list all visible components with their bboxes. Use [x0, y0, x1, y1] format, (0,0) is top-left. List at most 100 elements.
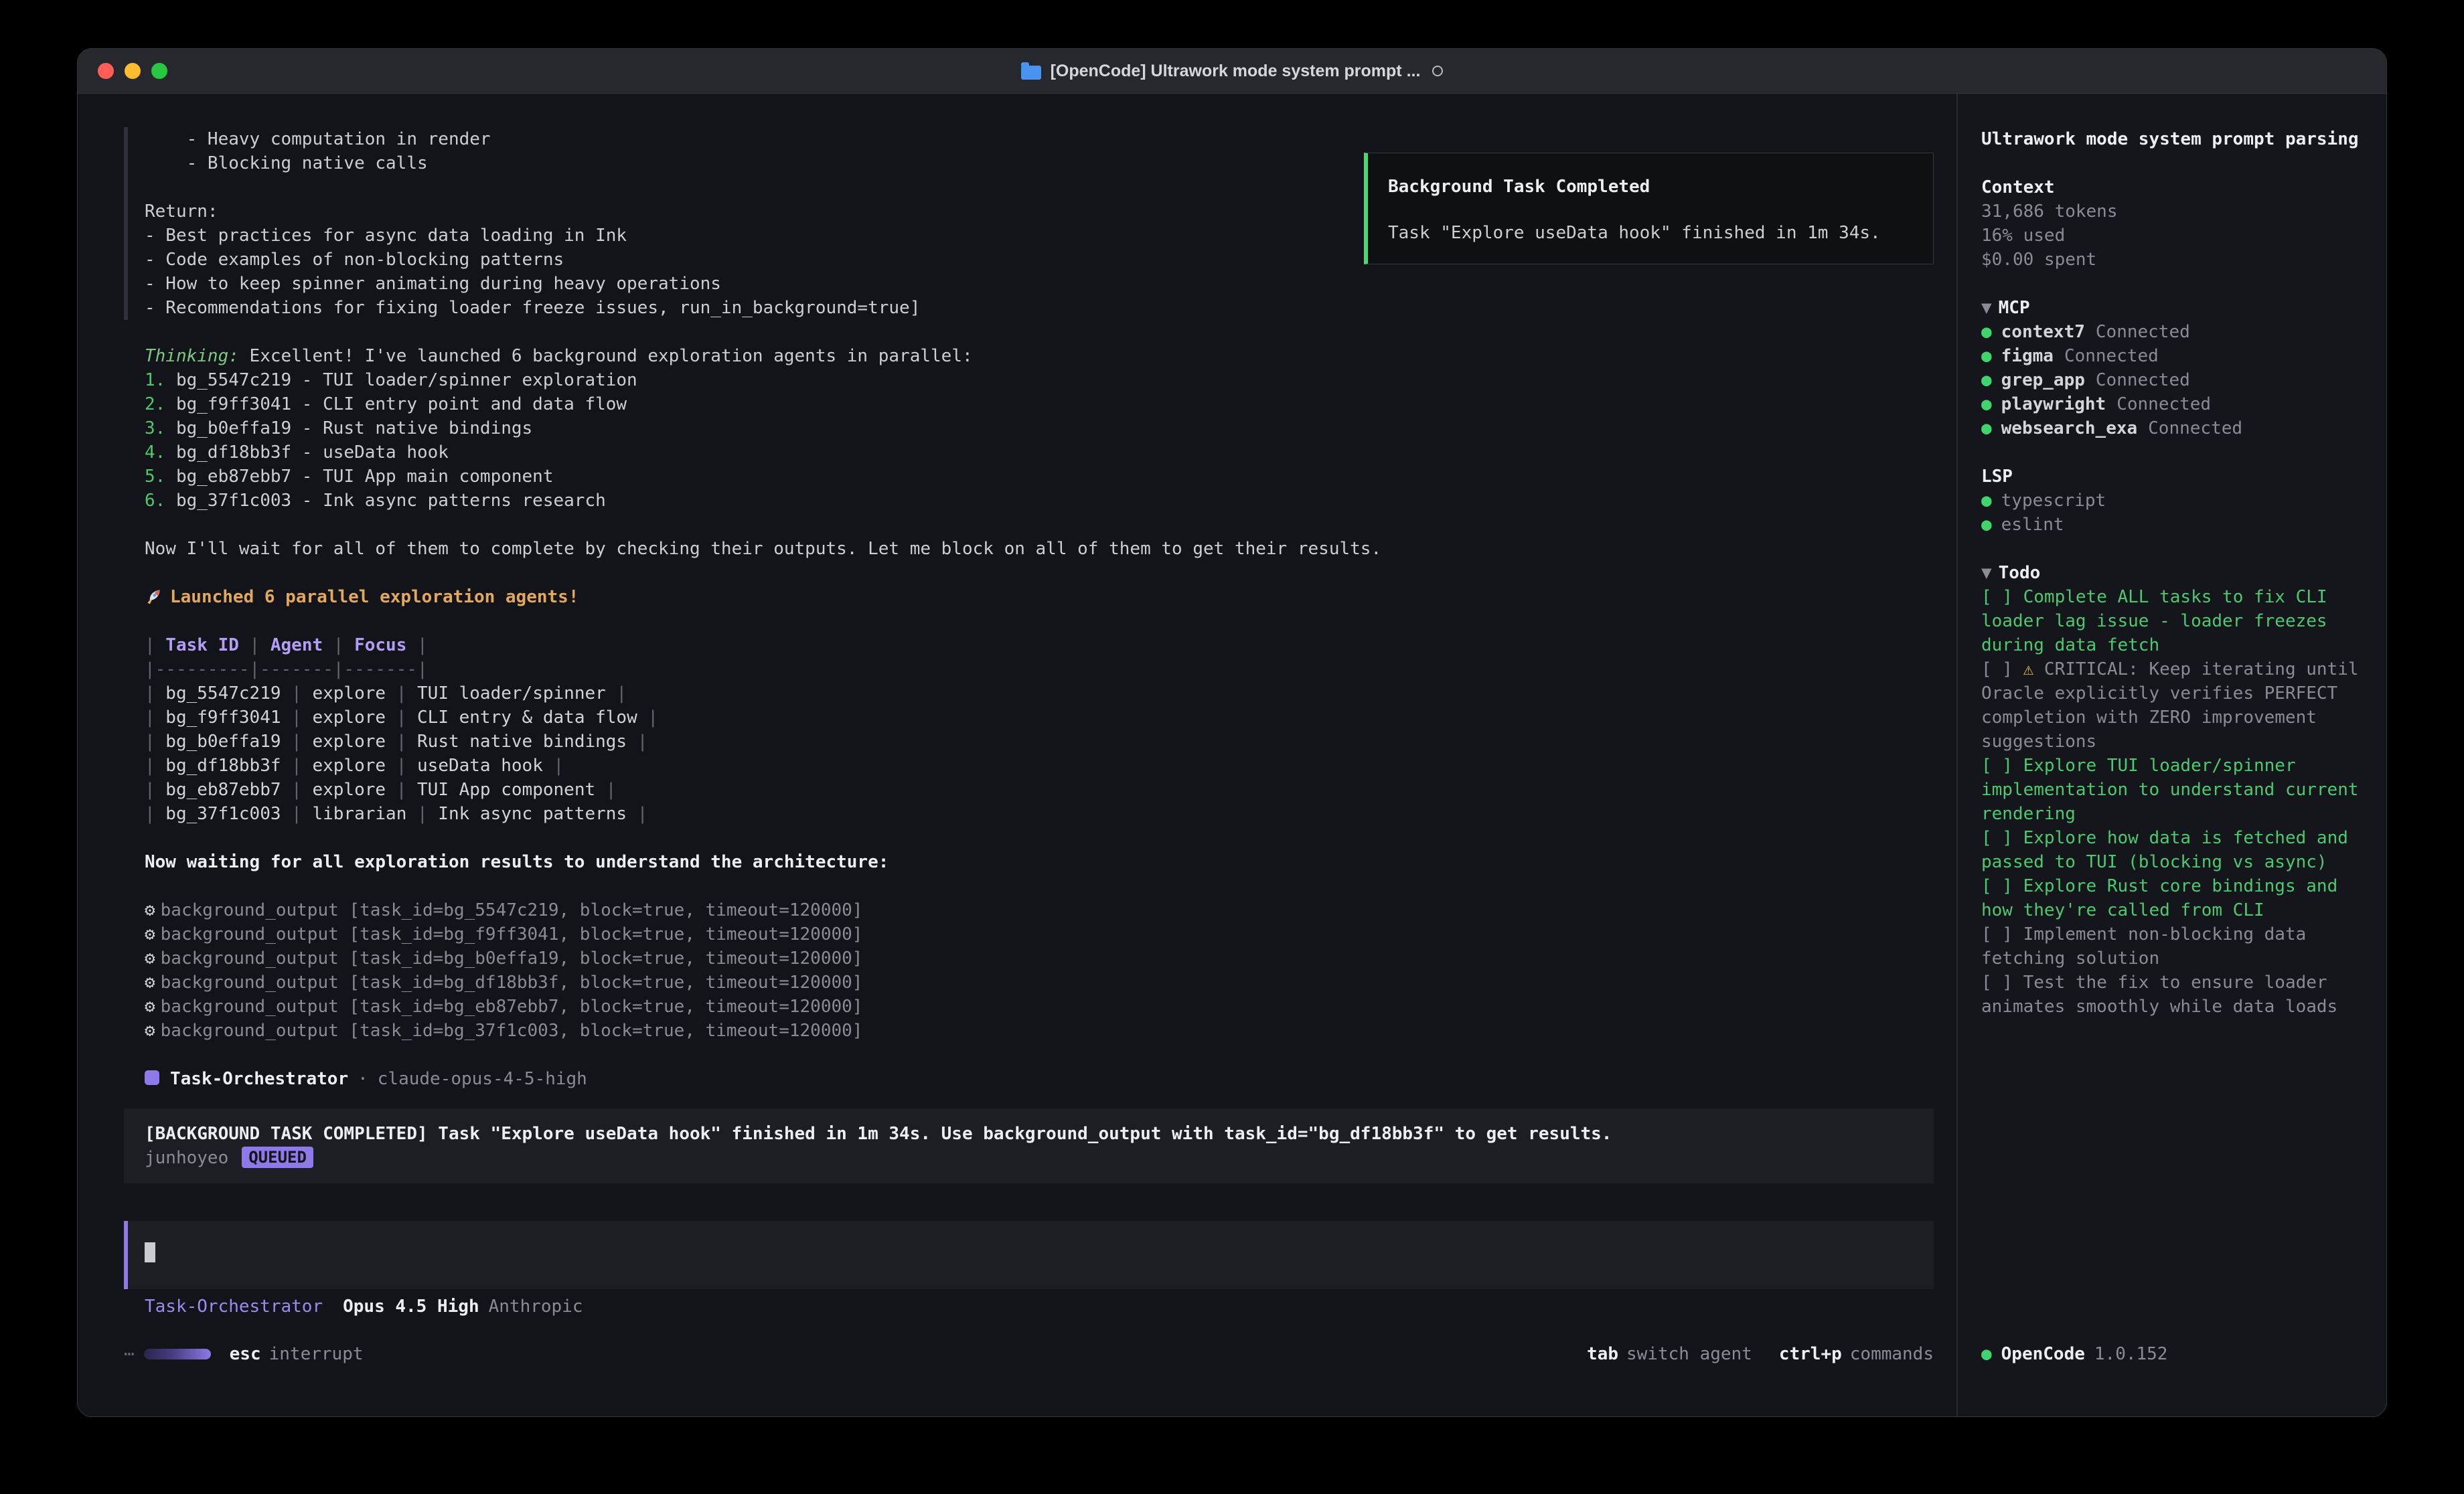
zoom-button[interactable]	[151, 63, 167, 79]
lsp-item: ●eslint	[1981, 513, 2374, 537]
toast-title: Background Task Completed	[1388, 175, 1913, 199]
background-completed-message: [BACKGROUND TASK COMPLETED] Task "Explor…	[124, 1108, 1934, 1183]
editor-agent-line: Task-OrchestratorOpus 4.5 HighAnthropic	[124, 1295, 1934, 1319]
todo-item: [ ] Complete ALL tasks to fix CLI loader…	[1981, 585, 2374, 657]
waiting-note: Now waiting for all exploration results …	[124, 850, 1934, 874]
traffic-lights	[98, 49, 167, 93]
lsp-item: ●typescript	[1981, 489, 2374, 513]
esc-key-hint: esc	[230, 1342, 261, 1366]
tool-result-line: - How to keep spinner animating during h…	[145, 272, 1934, 296]
queued-badge: QUEUED	[242, 1147, 313, 1168]
folder-icon	[1021, 66, 1041, 80]
table-header-row: | Task ID | Agent | Focus |	[145, 633, 1934, 657]
chevron-down-icon: ▼	[1981, 563, 1992, 583]
table-row: | bg_37f1c003 | librarian | Ink async pa…	[145, 802, 1934, 826]
tool-call-line: ⚙background_output [task_id=bg_37f1c003,…	[145, 1019, 1934, 1043]
mcp-item: ●context7Connected	[1981, 320, 2374, 344]
status-dot-icon: ●	[1981, 1344, 1992, 1364]
progress-bar	[144, 1349, 211, 1359]
status-dot-icon: ●	[1981, 418, 1992, 438]
completed-message-text: [BACKGROUND TASK COMPLETED] Task "Explor…	[145, 1122, 1913, 1146]
agent-list-item: 5. bg_eb87ebb7 - TUI App main component	[145, 465, 1934, 489]
toast-body: Task "Explore useData hook" finished in …	[1388, 221, 1913, 245]
orchestrator-header: Task-Orchestrator·claude-opus-4-5-high	[124, 1067, 1934, 1091]
agent-list-item: 1. bg_5547c219 - TUI loader/spinner expl…	[145, 368, 1934, 392]
mcp-item: ●websearch_exaConnected	[1981, 416, 2374, 440]
lsp-heading: LSP	[1981, 465, 2374, 489]
status-dot-icon: ●	[1981, 394, 1992, 414]
close-button[interactable]	[98, 63, 114, 79]
status-dot-icon: ●	[1981, 322, 1992, 342]
gear-icon: ⚙	[145, 973, 155, 993]
agent-list-item: 2. bg_f9ff3041 - CLI entry point and dat…	[145, 392, 1934, 416]
chevron-down-icon: ▼	[1981, 298, 1992, 318]
window-body: Background Task Completed Task "Explore …	[78, 94, 2386, 1416]
tab-key-hint: tab	[1587, 1342, 1618, 1366]
table-separator-row: |---------|-------|-------|	[145, 657, 1934, 681]
warning-icon: ⚠	[2023, 659, 2034, 679]
text-cursor	[145, 1242, 155, 1262]
tool-call-line: ⚙background_output [task_id=bg_df18bb3f,…	[145, 971, 1934, 995]
tool-result-line: - Recommendations for fixing loader free…	[145, 296, 1934, 320]
status-bar: ⋯ esc interrupt tabswitch agentctrl+pcom…	[124, 1342, 1934, 1366]
completed-message-meta: junhoyeo QUEUED	[145, 1146, 1913, 1170]
background-task-toast: Background Task Completed Task "Explore …	[1364, 153, 1934, 264]
mcp-item: ●grep_appConnected	[1981, 368, 2374, 392]
status-circle-icon	[1432, 66, 1443, 76]
context-spent: $0.00 spent	[1981, 248, 2374, 272]
thinking-block: Thinking: Excellent! I've launched 6 bac…	[124, 344, 1934, 513]
spinner-dots-icon: ⋯	[124, 1342, 135, 1366]
agent-square-icon	[145, 1070, 159, 1085]
todo-item: [ ] Implement non-blocking data fetching…	[1981, 922, 2374, 971]
sidebar-footer: ● OpenCode 1.0.152	[1981, 1342, 2167, 1366]
gear-icon: ⚙	[145, 948, 155, 969]
context-used: 16% used	[1981, 224, 2374, 248]
gear-icon: ⚙	[145, 997, 155, 1017]
app-version: 1.0.152	[2094, 1344, 2168, 1364]
status-dot-icon: ●	[1981, 491, 1992, 511]
todo-item: [ ] Explore Rust core bindings and how t…	[1981, 874, 2374, 922]
terminal-main: Background Task Completed Task "Explore …	[78, 94, 1956, 1416]
rocket-icon	[145, 587, 163, 606]
minimize-button[interactable]	[125, 63, 141, 79]
status-dot-icon: ●	[1981, 515, 1992, 535]
app-name: OpenCode	[2001, 1344, 2085, 1364]
status-dot-icon: ●	[1981, 346, 1992, 366]
username: junhoyeo	[145, 1148, 228, 1168]
launch-banner-text: Launched 6 parallel exploration agents!	[170, 587, 579, 607]
sidebar-title: Ultrawork mode system prompt parsing	[1981, 127, 2374, 151]
mcp-item: ●playwrightConnected	[1981, 392, 2374, 416]
window-title-text: [OpenCode] Ultrawork mode system prompt …	[1051, 62, 1421, 81]
tool-call-line: ⚙background_output [task_id=bg_eb87ebb7,…	[145, 995, 1934, 1019]
todo-item: [ ] Test the fix to ensure loader animat…	[1981, 971, 2374, 1019]
agent-list-item: 3. bg_b0effa19 - Rust native bindings	[145, 416, 1934, 440]
agent-list-item: 4. bg_df18bb3f - useData hook	[145, 440, 1934, 465]
status-dot-icon: ●	[1981, 370, 1992, 390]
task-table: | Task ID | Agent | Focus | |---------|-…	[124, 633, 1934, 826]
terminal-window: [OpenCode] Ultrawork mode system prompt …	[77, 48, 2387, 1417]
todo-item: [ ] Explore how data is fetched and pass…	[1981, 826, 2374, 874]
table-row: | bg_5547c219 | explore | TUI loader/spi…	[145, 681, 1934, 706]
todo-heading[interactable]: ▼Todo	[1981, 561, 2374, 585]
tool-call-line: ⚙background_output [task_id=bg_b0effa19,…	[145, 946, 1934, 971]
titlebar[interactable]: [OpenCode] Ultrawork mode system prompt …	[78, 49, 2386, 94]
gear-icon: ⚙	[145, 900, 155, 920]
gear-icon: ⚙	[145, 1021, 155, 1041]
mcp-heading[interactable]: ▼MCP	[1981, 296, 2374, 320]
table-row: | bg_b0effa19 | explore | Rust native bi…	[145, 730, 1934, 754]
launch-banner: Launched 6 parallel exploration agents!	[124, 585, 1934, 609]
tool-result-line: - Heavy computation in render	[145, 127, 1934, 151]
thinking-label: Thinking:	[145, 346, 239, 366]
mcp-item: ●figmaConnected	[1981, 344, 2374, 368]
context-heading: Context	[1981, 175, 2374, 199]
agent-list-item: 6. bg_37f1c003 - Ink async patterns rese…	[145, 489, 1934, 513]
thinking-intro: Thinking: Excellent! I've launched 6 bac…	[145, 344, 1934, 368]
ctrlp-key-hint: ctrl+p	[1779, 1342, 1842, 1366]
table-row: | bg_f9ff3041 | explore | CLI entry & da…	[145, 706, 1934, 730]
window-title: [OpenCode] Ultrawork mode system prompt …	[1021, 62, 1444, 81]
todo-item: [ ] ⚠ CRITICAL: Keep iterating until Ora…	[1981, 657, 2374, 754]
tool-call-line: ⚙background_output [task_id=bg_f9ff3041,…	[145, 922, 1934, 946]
prompt-input[interactable]	[124, 1221, 1934, 1289]
table-row: | bg_df18bb3f | explore | useData hook |	[145, 754, 1934, 778]
wait-note: Now I'll wait for all of them to complet…	[124, 537, 1934, 561]
